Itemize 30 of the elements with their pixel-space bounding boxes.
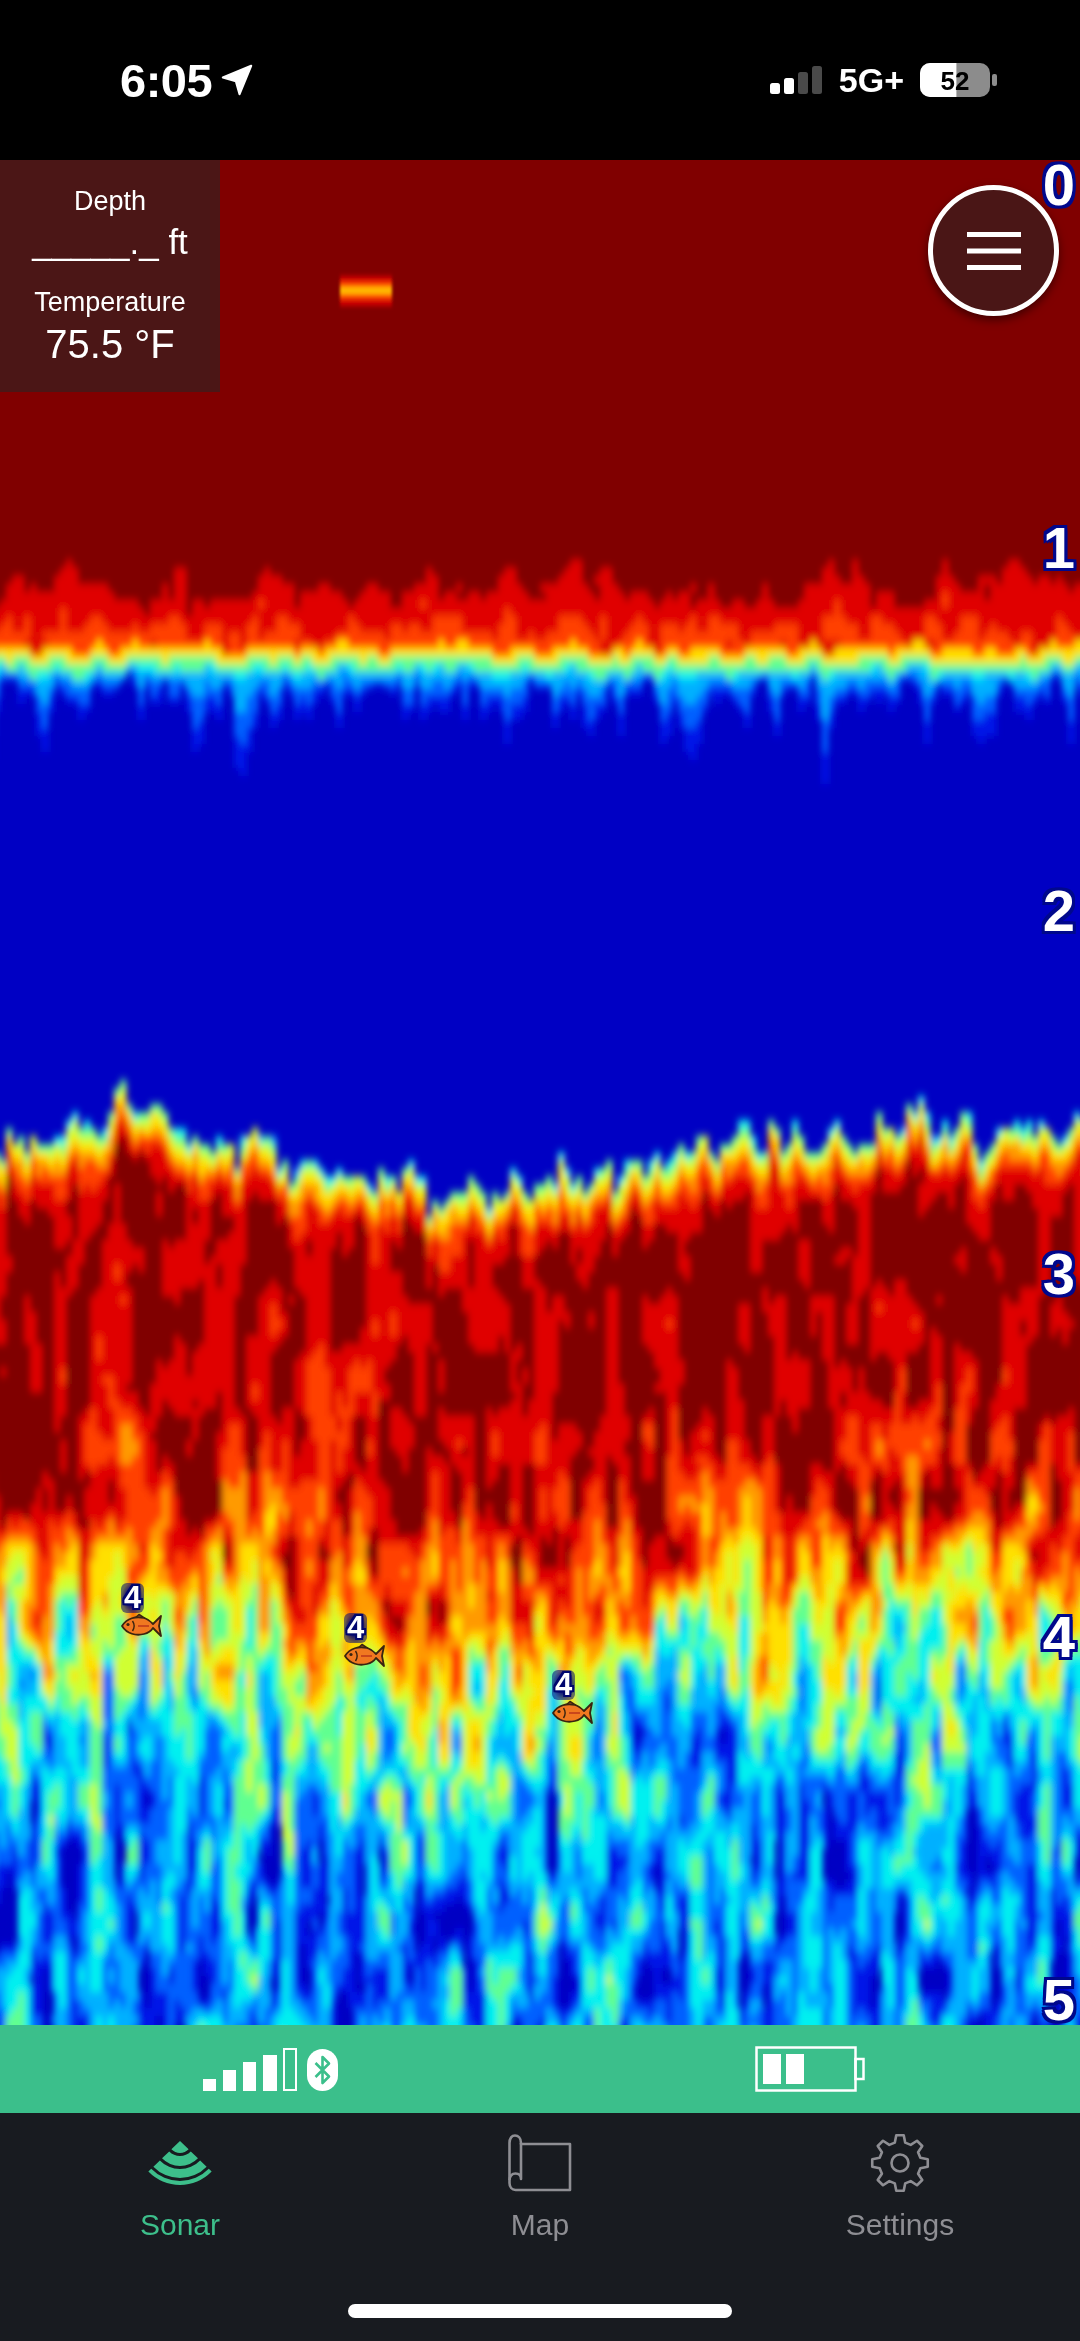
depth-scale-label: 1 xyxy=(1042,523,1075,573)
fish-depth-label: 4 xyxy=(552,1670,576,1700)
depth-scale-label: 3 xyxy=(1042,1249,1075,1299)
depth-scale-label: 2 xyxy=(1042,886,1075,936)
depth-value: _____._ ft xyxy=(32,221,188,263)
temperature-label: Temperature xyxy=(34,286,186,319)
settings-icon xyxy=(870,2133,930,2193)
fish-depth-label: 4 xyxy=(344,1613,368,1643)
nav-tab[interactable]: Sonar xyxy=(125,2113,235,2247)
fish-icon xyxy=(343,1643,387,1669)
fish-icon xyxy=(551,1700,595,1726)
nav-tab[interactable]: Map xyxy=(494,2113,586,2247)
bluetooth-icon xyxy=(306,2048,338,2091)
status-time: 6:05 xyxy=(120,52,213,108)
menu-icon xyxy=(966,231,1021,270)
battery-indicator: 52 xyxy=(920,62,998,98)
depth-label: Depth xyxy=(73,185,147,218)
cellular-signal-icon xyxy=(769,66,823,94)
network-type: 5G+ xyxy=(838,60,904,100)
map-icon xyxy=(508,2133,572,2193)
fish-icon xyxy=(120,1613,164,1639)
location-arrow-icon xyxy=(220,63,255,97)
depth-scale-label: 5 xyxy=(1042,1975,1075,2025)
nav-tab[interactable]: Settings xyxy=(831,2113,969,2247)
fish-depth-label: 4 xyxy=(121,1583,145,1613)
battery-icon xyxy=(755,2046,865,2092)
signal-strength-icon xyxy=(202,2047,297,2091)
depth-scale-label: 0 xyxy=(1042,160,1075,210)
temperature-value: 75.5 °F xyxy=(45,321,175,368)
sonar-return-mark xyxy=(340,276,392,306)
